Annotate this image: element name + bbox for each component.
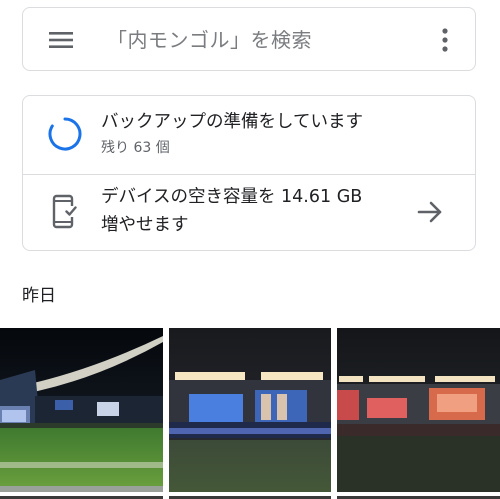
- backup-status-card: バックアップの準備をしています 残り 63 個 デバイスの空き容量を 14.61…: [22, 95, 476, 251]
- stadium-photo-3[interactable]: [337, 328, 500, 492]
- section-date-header: 昨日: [22, 286, 56, 306]
- free-up-space-line2: 増やせます: [101, 215, 189, 235]
- phone-check-icon: [52, 194, 77, 229]
- stadium-photo-2[interactable]: [169, 328, 331, 492]
- free-up-space-text: デバイスの空き容量を 14.61 GB 増やせます: [101, 183, 401, 239]
- search-bar[interactable]: 「内モンゴル」を検索: [22, 7, 476, 71]
- backup-status-row[interactable]: バックアップの準備をしています 残り 63 個: [23, 96, 475, 174]
- backup-remaining-count: 残り 63 個: [101, 140, 170, 156]
- hamburger-menu-icon[interactable]: [47, 30, 75, 50]
- search-input[interactable]: 「内モンゴル」を検索: [107, 27, 312, 53]
- free-up-space-row[interactable]: デバイスの空き容量を 14.61 GB 増やせます: [23, 175, 475, 250]
- more-vert-icon[interactable]: [435, 26, 455, 54]
- backup-title: バックアップの準備をしています: [101, 112, 363, 132]
- free-up-space-line1: デバイスの空き容量を 14.61 GB: [101, 187, 363, 207]
- stadium-photo-1[interactable]: [0, 328, 163, 492]
- progress-spinner-icon: [48, 117, 82, 151]
- arrow-forward-icon[interactable]: [417, 199, 443, 225]
